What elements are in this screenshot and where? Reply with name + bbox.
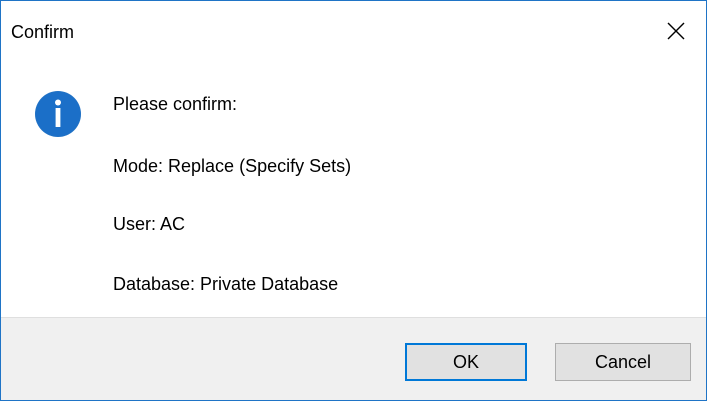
info-icon xyxy=(35,91,81,137)
window-title: Confirm xyxy=(11,22,75,42)
message-line-mode: Mode: Replace (Specify Sets) xyxy=(113,156,352,176)
button-bar: OK Cancel xyxy=(1,317,706,400)
dialog-content: Please confirm: Mode: Replace (Specify S… xyxy=(1,61,706,317)
message-line-user: User: AC xyxy=(113,214,186,234)
close-button[interactable] xyxy=(646,1,706,61)
cancel-button[interactable]: Cancel xyxy=(555,343,691,381)
ok-button[interactable]: OK xyxy=(405,343,527,381)
confirm-dialog: Confirm Please confirm: Mode: Replace (S… xyxy=(0,0,707,401)
message-line-database: Database: Private Database xyxy=(113,274,339,294)
title-bar: Confirm xyxy=(1,1,706,61)
message-line-prompt: Please confirm: xyxy=(113,94,238,114)
close-icon xyxy=(667,22,685,40)
